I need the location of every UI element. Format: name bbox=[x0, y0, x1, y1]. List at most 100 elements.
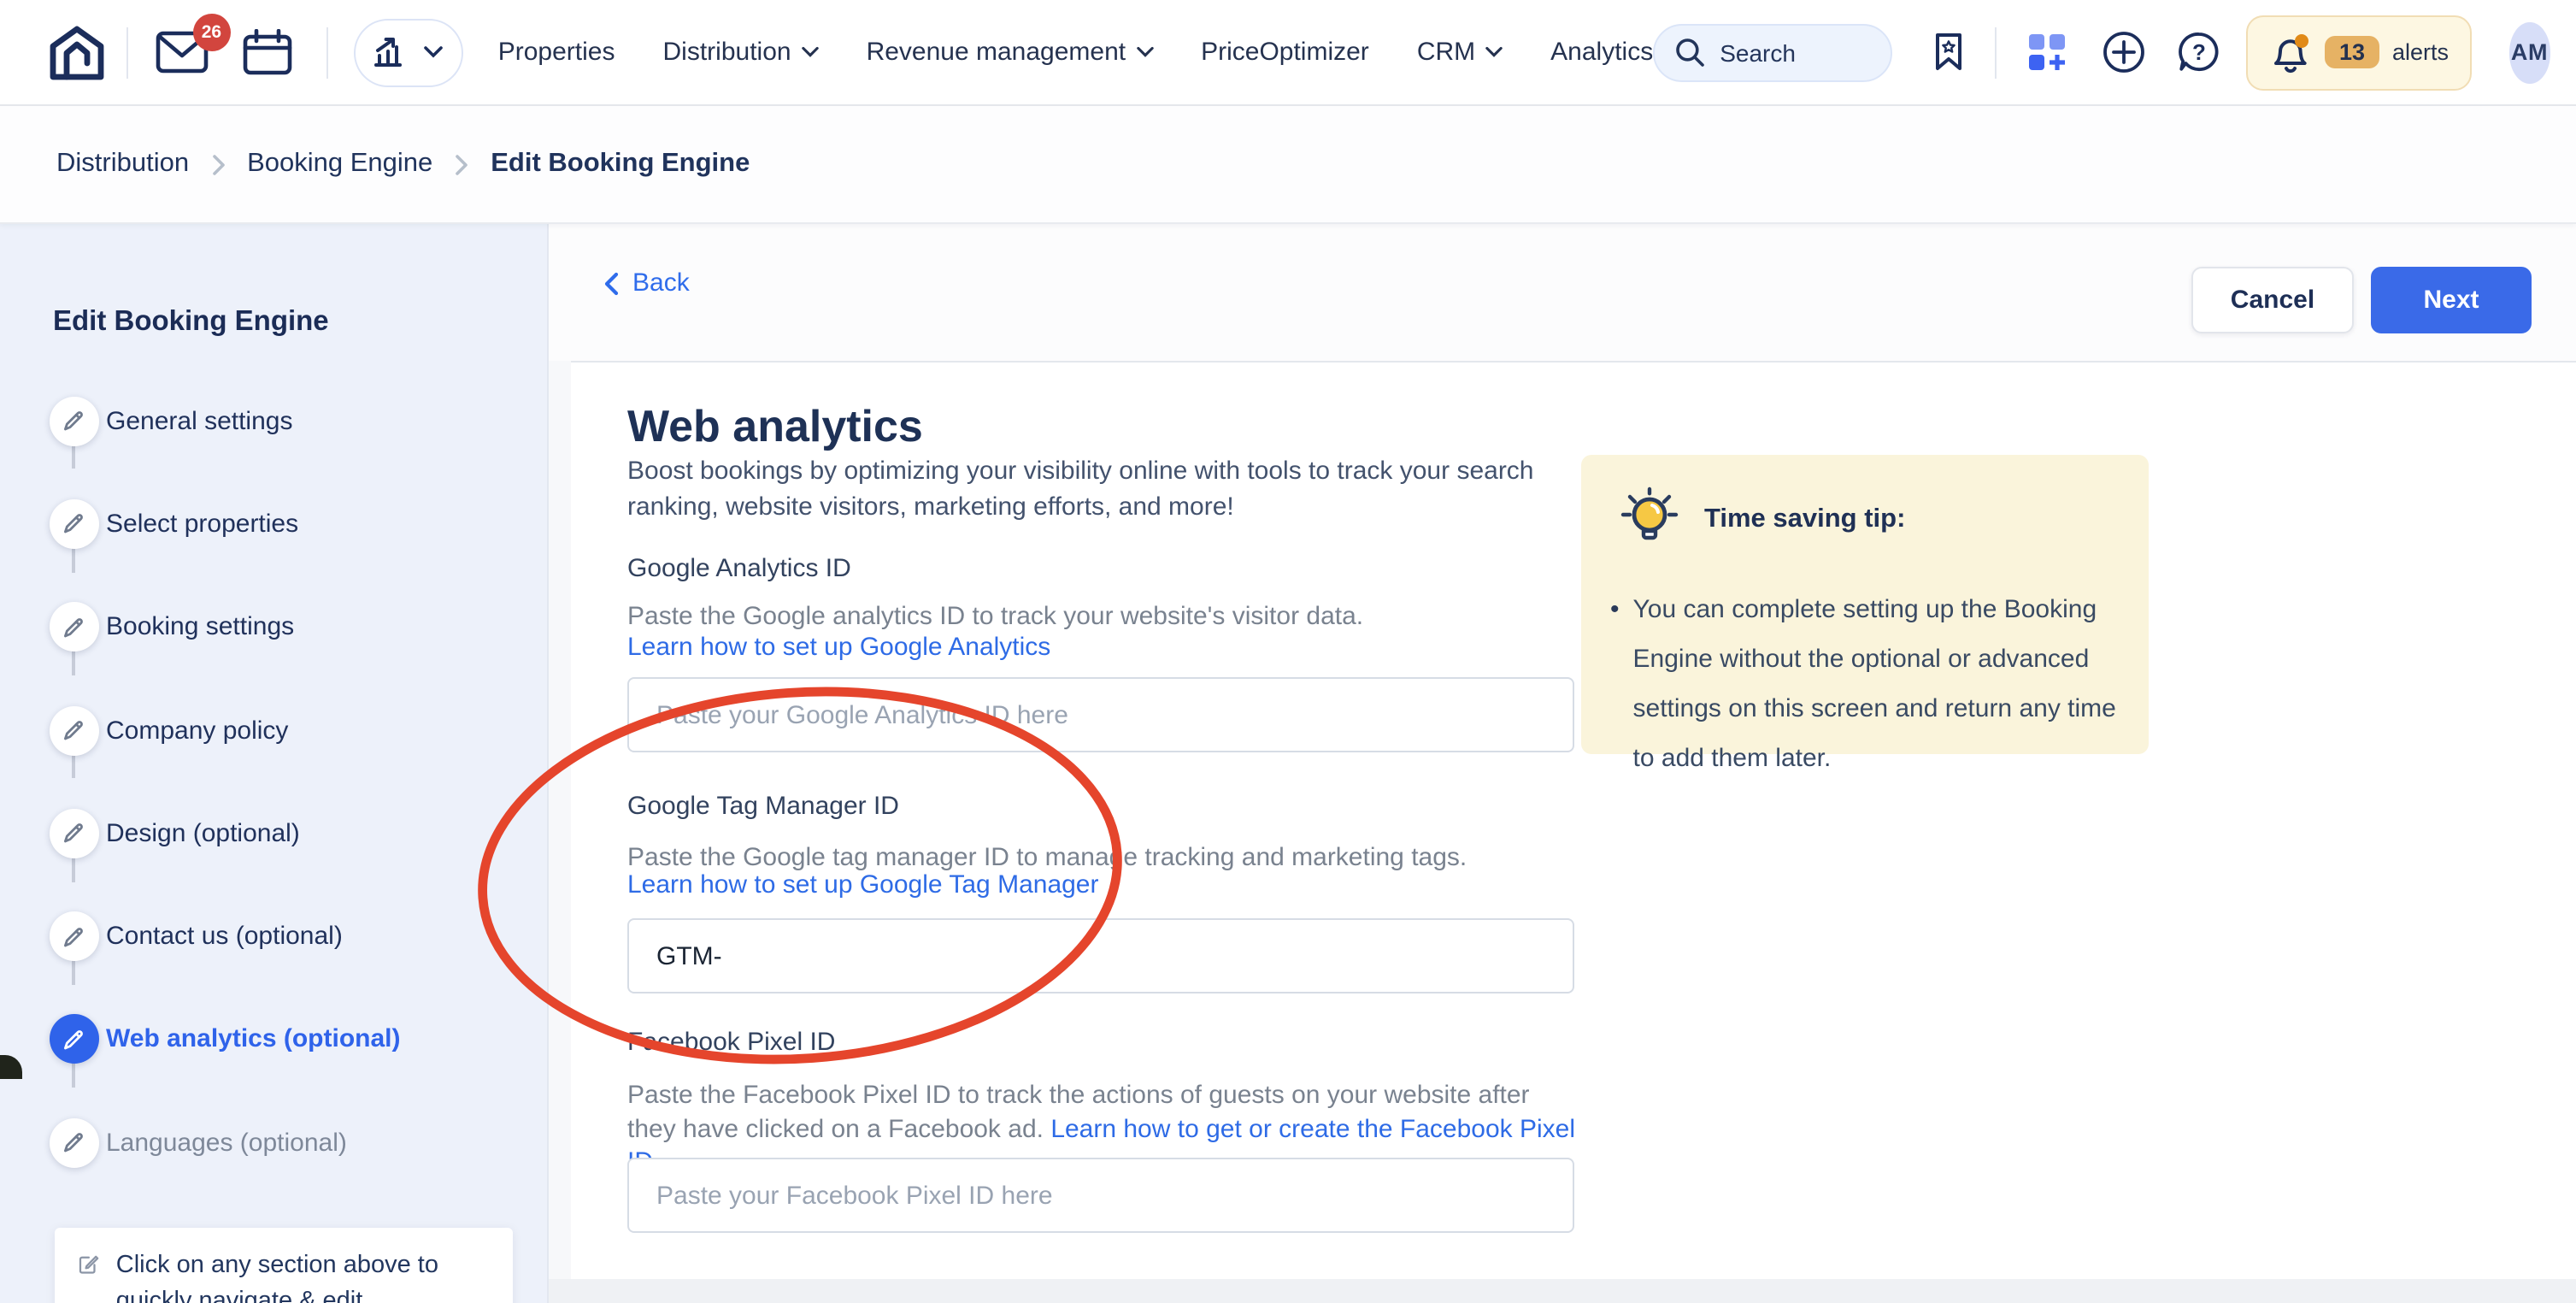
alerts-count-badge: 13 bbox=[2326, 36, 2379, 68]
nav-item-revenue-management[interactable]: Revenue management bbox=[867, 38, 1154, 67]
chevron-right-icon bbox=[455, 153, 468, 175]
back-link[interactable]: Back bbox=[603, 268, 690, 298]
step-circle bbox=[49, 499, 98, 549]
sidebar-hint-box: Click on any section above to quickly na… bbox=[55, 1228, 513, 1303]
breadcrumb-current-page: Edit Booking Engine bbox=[491, 149, 750, 180]
nav-item-label: Revenue management bbox=[867, 38, 1126, 67]
chevron-right-icon bbox=[211, 153, 225, 175]
step-circle bbox=[49, 911, 98, 961]
pencil-icon bbox=[62, 512, 85, 536]
alerts-label: alerts bbox=[2392, 39, 2449, 65]
search-input[interactable]: Search bbox=[1653, 23, 1891, 81]
pencil-icon bbox=[62, 718, 85, 742]
home-icon[interactable] bbox=[48, 23, 106, 81]
facebook-pixel-label: Facebook Pixel ID bbox=[627, 1028, 835, 1057]
chevron-down-icon bbox=[1485, 46, 1503, 58]
sidebar-step-contact-us-optional[interactable]: Contact us (optional) bbox=[0, 885, 549, 988]
app-viewport: 26 Properties Distribution Revenue managem… bbox=[0, 0, 2576, 1303]
nav-item-analytics[interactable]: Analytics bbox=[1550, 38, 1653, 67]
google-tag-manager-label: Google Tag Manager ID bbox=[627, 792, 899, 821]
help-icon[interactable]: ? bbox=[2179, 31, 2221, 74]
top-navigation-bar: 26 Properties Distribution Revenue managem… bbox=[0, 0, 2576, 106]
search-placeholder: Search bbox=[1720, 38, 1796, 66]
main-panel: Back Cancel Next Web analytics Boost boo… bbox=[549, 224, 2576, 1303]
pencil-icon bbox=[62, 409, 85, 433]
step-circle bbox=[49, 809, 98, 858]
bullet-dot: • bbox=[1610, 585, 1620, 783]
step-label: Company policy bbox=[106, 716, 288, 745]
nav-item-crm[interactable]: CRM bbox=[1417, 38, 1503, 67]
google-analytics-learn-link[interactable]: Learn how to set up Google Analytics bbox=[627, 633, 1050, 662]
step-circle bbox=[49, 602, 98, 652]
tip-text: You can complete setting up the Booking … bbox=[1633, 585, 2119, 783]
sidebar-step-web-analytics-optional[interactable]: Web analytics (optional) bbox=[0, 988, 549, 1092]
google-analytics-id-input[interactable] bbox=[627, 677, 1574, 752]
page-title: Web analytics bbox=[627, 400, 923, 453]
wizard-sidebar: Edit Booking Engine General settings Sele… bbox=[0, 224, 549, 1303]
step-circle bbox=[49, 705, 98, 755]
cancel-button[interactable]: Cancel bbox=[2191, 267, 2354, 333]
step-label: General settings bbox=[106, 406, 292, 435]
wizard-steps: General settings Select properties Booking… bbox=[0, 369, 549, 1194]
pencil-icon bbox=[62, 615, 85, 639]
facebook-pixel-id-input[interactable] bbox=[627, 1158, 1574, 1233]
step-circle-active bbox=[49, 1015, 98, 1064]
pencil-icon bbox=[62, 822, 85, 846]
chevron-down-icon bbox=[802, 46, 819, 58]
sidebar-step-design-optional[interactable]: Design (optional) bbox=[0, 781, 549, 885]
nav-item-label: PriceOptimizer bbox=[1201, 38, 1369, 67]
sidebar-step-select-properties[interactable]: Select properties bbox=[0, 473, 549, 576]
nav-item-distribution[interactable]: Distribution bbox=[663, 38, 819, 67]
sidebar-hint-text: Click on any section above to quickly na… bbox=[116, 1248, 496, 1303]
sidebar-step-booking-settings[interactable]: Booking settings bbox=[0, 575, 549, 679]
pencil-icon bbox=[62, 1028, 85, 1052]
step-label: Languages (optional) bbox=[106, 1128, 347, 1157]
step-circle bbox=[49, 1117, 98, 1167]
pencil-icon bbox=[62, 1130, 85, 1154]
alerts-button[interactable]: 13 alerts bbox=[2247, 15, 2471, 90]
bookmark-icon[interactable] bbox=[1933, 32, 1964, 72]
sidebar-title: Edit Booking Engine bbox=[53, 306, 329, 339]
inbox-badge: 26 bbox=[192, 14, 230, 51]
primary-nav: Properties Distribution Revenue management… bbox=[498, 38, 1653, 67]
time-saving-tip-box: Time saving tip: • You can complete sett… bbox=[1581, 455, 2149, 754]
calendar-icon[interactable] bbox=[242, 29, 291, 75]
nav-item-properties[interactable]: Properties bbox=[498, 38, 615, 67]
wizard-header: Back Cancel Next bbox=[549, 224, 2576, 361]
breadcrumb: Distribution Booking Engine Edit Booking… bbox=[0, 106, 2576, 224]
next-button[interactable]: Next bbox=[2371, 267, 2532, 333]
add-icon[interactable] bbox=[2103, 31, 2146, 74]
step-circle bbox=[49, 396, 98, 445]
web-analytics-card: Web analytics Boost bookings by optimizi… bbox=[571, 363, 2576, 1279]
apps-grid-icon[interactable] bbox=[2030, 33, 2067, 71]
divider bbox=[126, 27, 127, 78]
breadcrumb-booking-engine[interactable]: Booking Engine bbox=[247, 149, 432, 180]
back-label: Back bbox=[632, 268, 690, 298]
sidebar-step-company-policy[interactable]: Company policy bbox=[0, 679, 549, 782]
breadcrumb-distribution[interactable]: Distribution bbox=[56, 149, 189, 180]
google-analytics-description: Paste the Google analytics ID to track y… bbox=[627, 600, 1363, 634]
page-bottom-strip bbox=[549, 1279, 2576, 1303]
nav-item-priceoptimizer[interactable]: PriceOptimizer bbox=[1201, 38, 1369, 67]
page-intro: Boost bookings by optimizing your visibi… bbox=[627, 455, 1559, 525]
step-label: Select properties bbox=[106, 510, 298, 539]
nav-item-label: Properties bbox=[498, 38, 615, 67]
google-tag-manager-learn-link[interactable]: Learn how to set up Google Tag Manager bbox=[627, 870, 1099, 899]
performance-menu[interactable] bbox=[355, 18, 464, 86]
sidebar-step-languages-optional[interactable]: Languages (optional) bbox=[0, 1091, 549, 1194]
user-avatar[interactable]: AM bbox=[2508, 21, 2550, 83]
edit-note-icon bbox=[79, 1248, 99, 1279]
chevron-down-icon bbox=[425, 46, 444, 58]
step-label: Web analytics (optional) bbox=[106, 1025, 401, 1054]
step-label: Contact us (optional) bbox=[106, 922, 343, 951]
sidebar-step-general-settings[interactable]: General settings bbox=[0, 369, 549, 473]
svg-text:?: ? bbox=[2193, 39, 2207, 65]
tip-title: Time saving tip: bbox=[1704, 504, 1905, 535]
search-icon bbox=[1675, 38, 1704, 67]
google-tag-manager-id-input[interactable] bbox=[627, 918, 1574, 993]
step-label: Booking settings bbox=[106, 612, 294, 641]
chevron-left-icon bbox=[603, 271, 619, 295]
bell-icon bbox=[2269, 32, 2312, 73]
inbox-icon[interactable]: 26 bbox=[155, 31, 208, 74]
nav-item-label: Analytics bbox=[1550, 38, 1653, 67]
